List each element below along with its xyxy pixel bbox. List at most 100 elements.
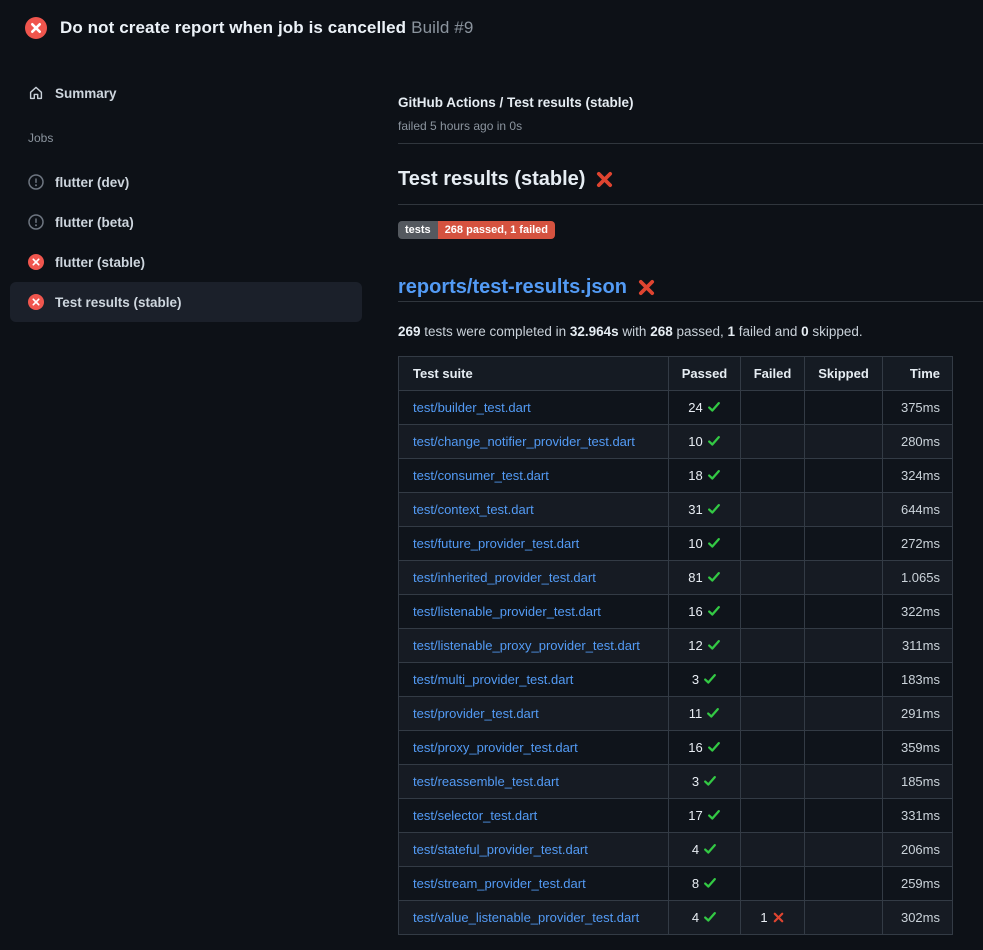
failed-cell [741,459,805,493]
run-title-text: Do not create report when job is cancell… [60,18,406,37]
test-suite-link[interactable]: test/context_test.dart [413,502,534,517]
skipped-cell [805,561,883,595]
failed-circle-icon [25,17,47,39]
time-cell: 291ms [883,697,953,731]
sidebar-summary-label: Summary [55,86,117,101]
table-row: test/reassemble_test.dart 3 185ms [399,765,953,799]
time-cell: 183ms [883,663,953,697]
test-suite-link[interactable]: test/change_notifier_provider_test.dart [413,434,635,449]
passed-count: 10 [688,536,702,551]
test-suite-link[interactable]: test/multi_provider_test.dart [413,672,573,687]
run-header: Do not create report when job is cancell… [0,0,983,56]
sidebar-job-label: flutter (dev) [55,175,129,190]
column-header-passed: Passed [669,357,741,391]
passed-count: 17 [688,808,702,823]
test-suite-link[interactable]: test/selector_test.dart [413,808,537,823]
table-row: test/multi_provider_test.dart 3 183ms [399,663,953,697]
passed-count: 24 [688,400,702,415]
summary-segment: skipped. [809,324,863,339]
test-suite-cell: test/value_listenable_provider_test.dart [399,901,669,935]
table-row: test/stream_provider_test.dart8259ms [399,867,953,901]
test-suite-cell: test/future_provider_test.dart [399,527,669,561]
skipped-cell [805,629,883,663]
report-file-link[interactable]: reports/test-results.json [398,273,627,301]
tests-badge: tests 268 passed, 1 failed [398,221,555,239]
passed-count: 11 [689,706,703,721]
passed-count: 3 [692,774,699,789]
check-icon [703,774,717,788]
check-icon [707,536,721,550]
sidebar-jobs: flutter (dev) flutter (beta) flutter (stab… [0,162,372,322]
passed-cell: 3 [669,663,741,697]
section-title: Test results (stable) [398,165,983,193]
passed-count: 4 [692,910,699,925]
breadcrumb: GitHub Actions / Test results (stable) [398,94,983,112]
skipped-cell [805,799,883,833]
test-suite-link[interactable]: test/listenable_proxy_provider_test.dart [413,638,640,653]
check-icon [707,400,721,414]
sidebar-job-item[interactable]: flutter (stable) [10,242,362,282]
sidebar-job-item[interactable]: Test results (stable) [10,282,362,322]
check-icon [707,468,721,482]
test-suite-link[interactable]: test/provider_test.dart [413,706,539,721]
test-suite-cell: test/reassemble_test.dart [399,765,669,799]
divider [398,204,983,205]
passed-count: 3 [692,672,699,687]
failed-icon [28,254,44,270]
sidebar-item-summary[interactable]: Summary [10,73,362,113]
table-row: test/listenable_proxy_provider_test.dart… [399,629,953,663]
table-row: test/value_listenable_provider_test.dart… [399,901,953,935]
passed-cell: 10 [669,425,741,459]
test-suite-cell: test/provider_test.dart [399,697,669,731]
check-icon [707,434,721,448]
passed-cell: 4 [669,901,741,935]
time-cell: 1.065s [883,561,953,595]
run-status-line: failed 5 hours ago in 0s [398,119,983,133]
skipped-cell [805,697,883,731]
test-suite-cell: test/stateful_provider_test.dart [399,833,669,867]
sidebar-job-item[interactable]: flutter (dev) [10,162,362,202]
section-title-text: Test results (stable) [398,165,585,193]
failed-cell [741,697,805,731]
sidebar-job-label: flutter (stable) [55,255,145,270]
jobs-heading: Jobs [28,131,344,145]
time-cell: 272ms [883,527,953,561]
time-cell: 324ms [883,459,953,493]
failed-cell [741,867,805,901]
passed-cell: 17 [669,799,741,833]
test-suite-link[interactable]: test/stateful_provider_test.dart [413,842,588,857]
check-icon [707,604,721,618]
column-header-skipped: Skipped [805,357,883,391]
test-suite-link[interactable]: test/listenable_provider_test.dart [413,604,601,619]
cancelled-icon [28,214,44,230]
test-suite-link[interactable]: test/stream_provider_test.dart [413,876,586,891]
table-row: test/change_notifier_provider_test.dart 1… [399,425,953,459]
passed-cell: 24 [669,391,741,425]
summary-segment: tests were completed in [421,324,570,339]
divider [398,301,983,302]
time-cell: 644ms [883,493,953,527]
failed-x-icon [637,278,656,297]
check-icon [706,706,720,720]
failed-x-icon [595,170,614,189]
test-suite-link[interactable]: test/reassemble_test.dart [413,774,559,789]
test-suite-cell: test/listenable_proxy_provider_test.dart [399,629,669,663]
table-header-row: Test suite Passed Failed Skipped Time [399,357,953,391]
test-suite-link[interactable]: test/future_provider_test.dart [413,536,579,551]
time-cell: 185ms [883,765,953,799]
table-row: test/context_test.dart31644ms [399,493,953,527]
test-suite-link[interactable]: test/builder_test.dart [413,400,531,415]
summary-segment: with [619,324,651,339]
test-suite-link[interactable]: test/inherited_provider_test.dart [413,570,596,585]
time-cell: 206ms [883,833,953,867]
sidebar-job-item[interactable]: flutter (beta) [10,202,362,242]
column-header-failed: Failed [741,357,805,391]
table-row: test/stateful_provider_test.dart4206ms [399,833,953,867]
test-suite-link[interactable]: test/proxy_provider_test.dart [413,740,578,755]
test-suite-link[interactable]: test/value_listenable_provider_test.dart [413,910,639,925]
test-suite-link[interactable]: test/consumer_test.dart [413,468,549,483]
summary-segment: 1 [728,324,736,339]
passed-cell: 16 [669,595,741,629]
failed-cell [741,493,805,527]
passed-count: 16 [688,604,702,619]
